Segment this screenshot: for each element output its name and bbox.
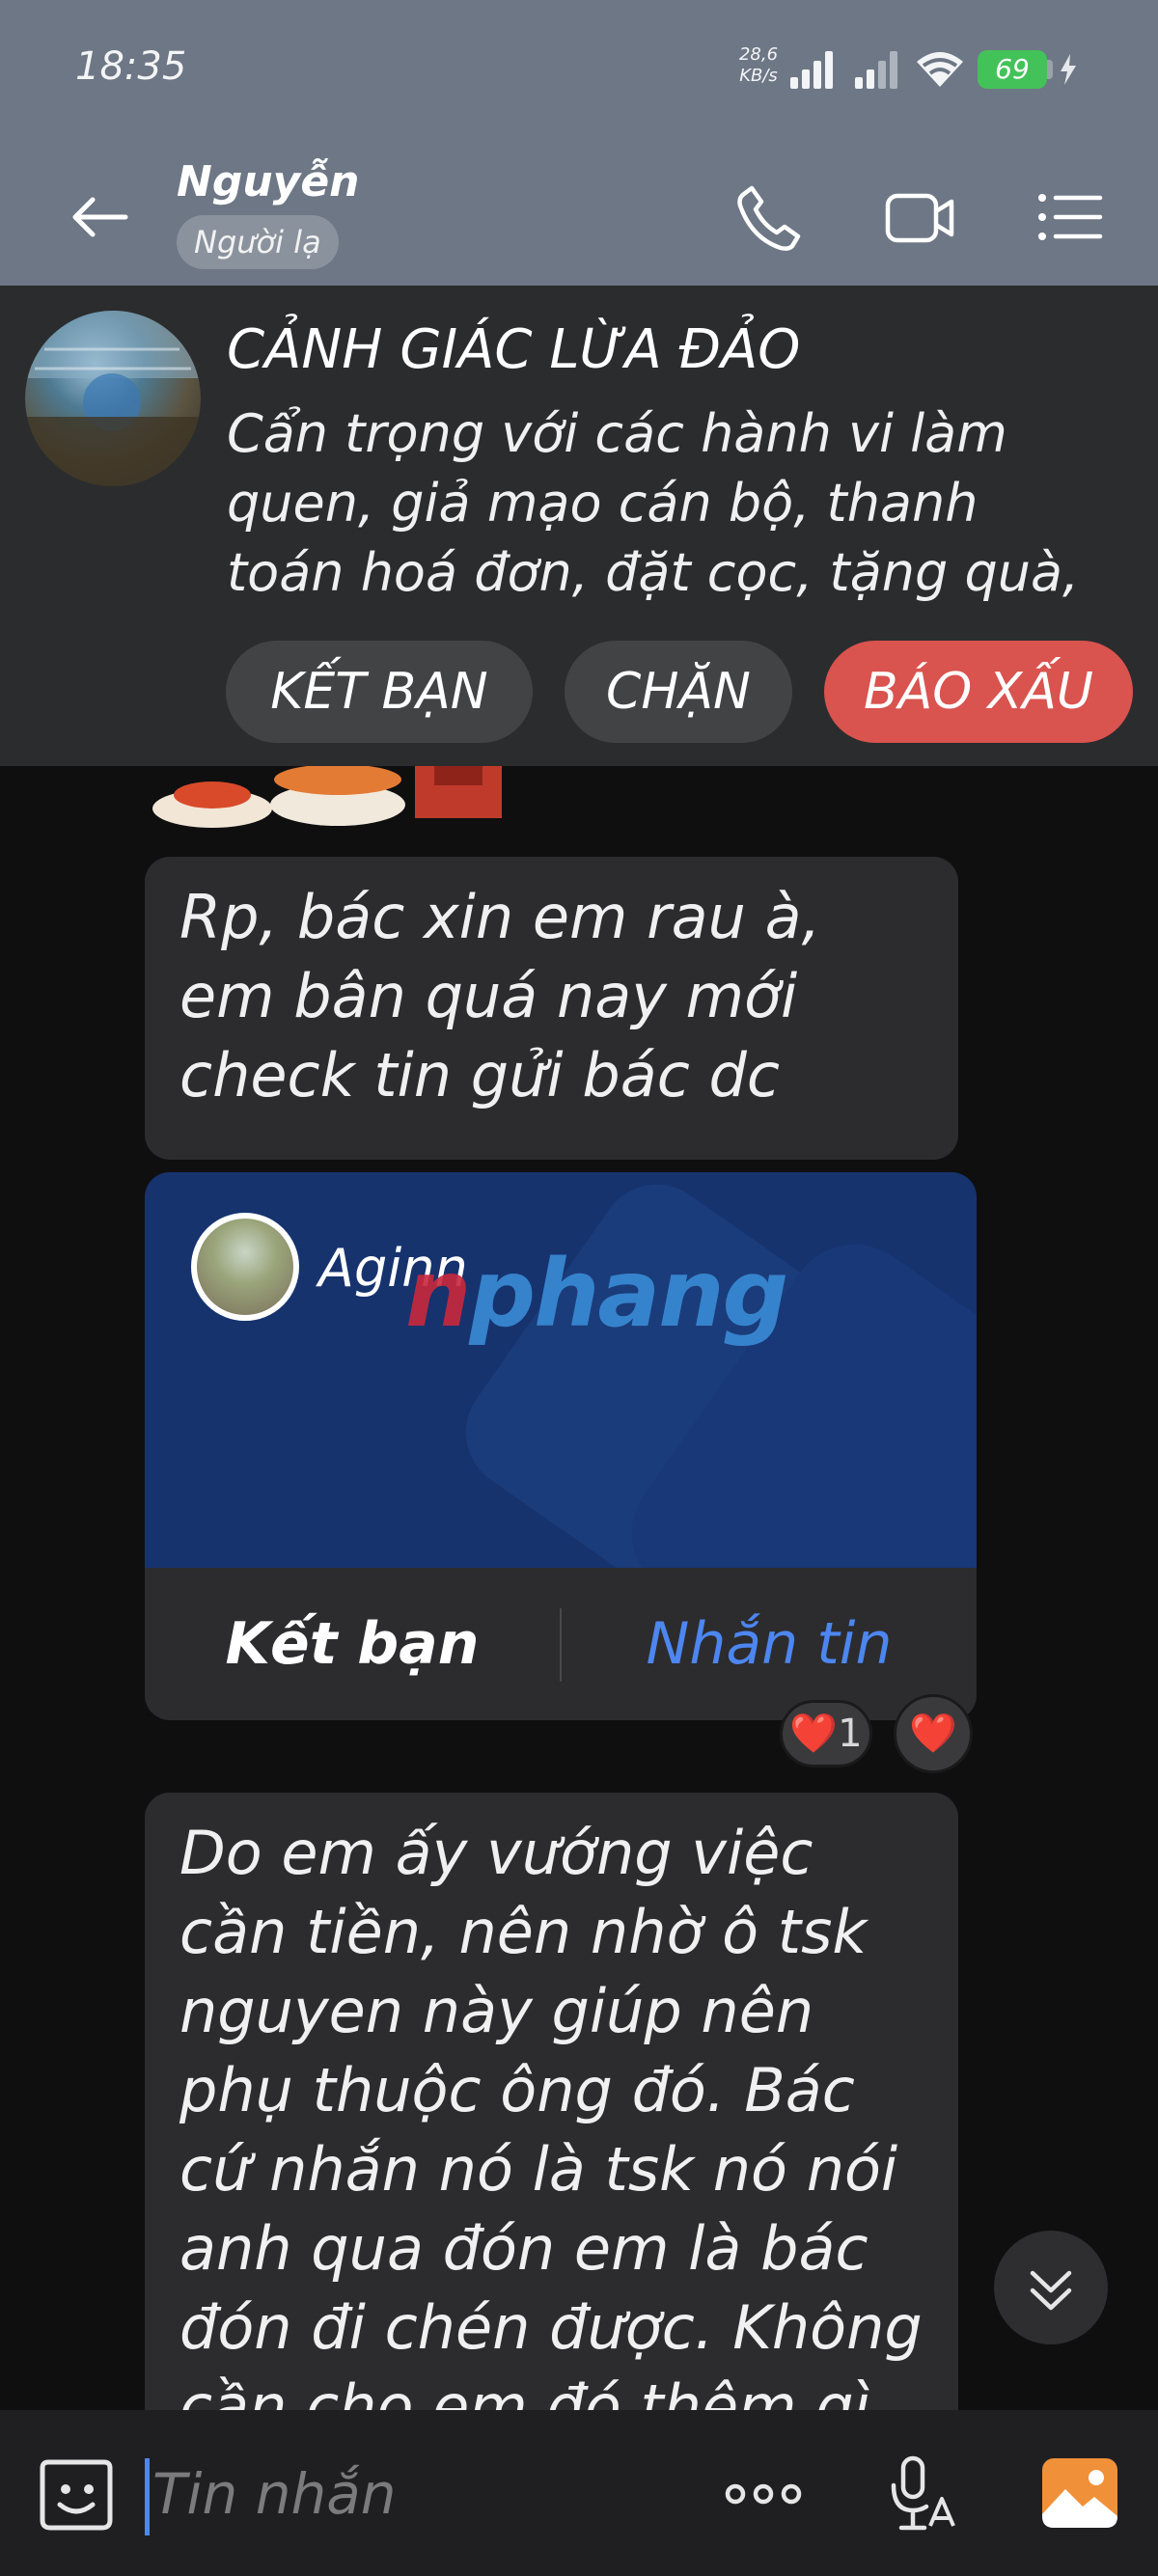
watermark-logo: nphang [405, 1240, 788, 1348]
emoji-icon[interactable] [35, 2453, 118, 2535]
battery-tip [1047, 60, 1053, 79]
status-time: 18:35 [75, 44, 187, 89]
stranger-badge: Người lạ [177, 215, 339, 269]
message-input-bar [0, 2410, 1158, 2576]
message-bubble[interactable]: Rp, bác xin em rau à, em bân quá nay mới… [145, 857, 958, 1160]
scam-warning-banner: CẢNH GIÁC LỪA ĐẢO Cẩn trọng với các hành… [0, 286, 1158, 766]
message-input[interactable] [152, 2451, 654, 2537]
contact-name[interactable]: Nguyễn [177, 157, 360, 206]
signal-icon [790, 51, 833, 89]
sticker-image[interactable] [145, 766, 502, 830]
text-caret [145, 2458, 150, 2535]
message-bubble[interactable]: Do em ấy vướng việc cần tiền, nên nhờ ô … [145, 1793, 958, 2468]
heart-reaction-button[interactable]: ❤️ [894, 1694, 973, 1773]
contact-card[interactable]: Aginn nphang Kết bạn Nhắn tin [145, 1172, 977, 1720]
status-bar: 18:35 28,6 KB/s 69 [0, 0, 1158, 140]
scroll-to-bottom-button[interactable] [994, 2231, 1108, 2344]
contact-card-cover: Aginn nphang [145, 1172, 977, 1568]
add-friend-button[interactable]: KẾT BẠN [226, 641, 533, 743]
back-arrow-icon[interactable] [68, 186, 129, 248]
charging-icon [1061, 54, 1076, 85]
menu-icon[interactable] [1031, 178, 1108, 256]
report-button[interactable]: BÁO XẤU [824, 641, 1133, 743]
network-speed-value: 28,6 [738, 44, 779, 65]
image-icon[interactable] [1038, 2453, 1121, 2535]
signal-2-icon [855, 51, 897, 89]
card-message-button[interactable]: Nhắn tin [562, 1603, 977, 1685]
message-text: Rp, bác xin em rau à, em bân quá nay mới… [179, 882, 821, 1110]
chat-header: Nguyễn Người lạ [0, 140, 1158, 286]
contact-card-actions: Kết bạn Nhắn tin [145, 1568, 977, 1720]
voice-icon[interactable] [882, 2453, 965, 2535]
wifi-icon [917, 52, 963, 87]
phone-icon[interactable] [731, 178, 808, 256]
chevron-down-icon [1030, 2270, 1072, 2311]
video-call-icon[interactable] [882, 178, 959, 256]
reaction-count[interactable]: ❤️1 [780, 1700, 872, 1768]
more-icon[interactable] [722, 2453, 805, 2535]
network-speed-unit: KB/s [739, 66, 778, 86]
block-button[interactable]: CHẶN [565, 641, 792, 743]
watermark-rest: phang [469, 1240, 788, 1348]
battery-level: 69 [978, 50, 1047, 89]
warning-body: Cẩn trọng với các hành vi làm quen, giả … [227, 403, 1080, 603]
message-text: Do em ấy vướng việc cần tiền, nên nhờ ô … [179, 1818, 923, 2442]
network-speed: 28,6 KB/s [733, 44, 784, 87]
contact-avatar[interactable] [25, 311, 201, 486]
warning-title: CẢNH GIÁC LỪA ĐẢO [227, 318, 801, 381]
watermark-first-letter: n [405, 1240, 471, 1348]
avatar-photo [25, 311, 201, 486]
card-add-friend-button[interactable]: Kết bạn [145, 1603, 560, 1685]
contact-card-avatar[interactable] [191, 1213, 299, 1321]
